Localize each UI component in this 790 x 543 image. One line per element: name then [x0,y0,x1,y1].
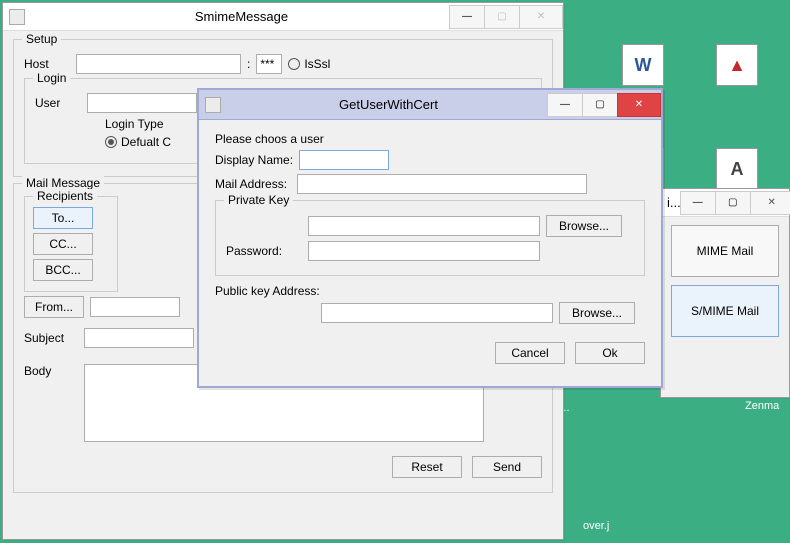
minimize-button[interactable] [547,93,583,117]
mail-message-legend: Mail Message [22,176,104,190]
browse-public-key-button[interactable]: Browse... [559,302,635,324]
smime-mail-button[interactable]: S/MIME Mail [671,285,779,337]
setup-legend: Setup [22,32,61,46]
word-icon[interactable]: W [622,44,664,86]
is-ssl-radio[interactable]: IsSsl [288,57,330,71]
window-title: SmimeMessage [33,9,450,24]
radio-icon [288,58,300,70]
to-button[interactable]: To... [33,207,93,229]
maximize-button[interactable] [715,191,751,215]
password-input[interactable] [308,241,540,261]
public-key-input[interactable] [321,303,553,323]
maximize-button[interactable] [484,5,520,29]
cc-button[interactable]: CC... [33,233,93,255]
close-button[interactable] [750,191,790,215]
password-label: Password: [226,244,302,258]
send-button[interactable]: Send [472,456,542,478]
display-name-input[interactable] [299,150,389,170]
cancel-button[interactable]: Cancel [495,342,565,364]
subject-input[interactable] [84,328,194,348]
maximize-button[interactable] [582,93,618,117]
app-icon [205,97,221,113]
desktop-label: Zenma [745,400,779,412]
mail-address-label: Mail Address: [215,177,291,191]
body-label: Body [24,364,78,378]
window-title: i... [667,195,681,210]
recipients-legend: Recipients [33,189,97,203]
host-label: Host [24,57,70,71]
ok-button[interactable]: Ok [575,342,645,364]
app-icon [9,9,25,25]
font-icon[interactable]: A [716,148,758,190]
reset-button[interactable]: Reset [392,456,462,478]
mail-address-input[interactable] [297,174,587,194]
port-separator: : [247,57,250,71]
browse-private-key-button[interactable]: Browse... [546,215,622,237]
host-input[interactable] [76,54,241,74]
private-key-legend: Private Key [224,193,293,207]
from-input[interactable] [90,297,180,317]
default-login-radio[interactable]: Defualt C [105,135,171,149]
get-user-with-cert-dialog: GetUserWithCert Please choos a user Disp… [197,88,663,388]
user-input[interactable] [87,93,197,113]
minimize-button[interactable] [449,5,485,29]
private-key-input[interactable] [308,216,540,236]
public-key-label: Public key Address: [215,284,320,298]
port-input[interactable] [256,54,282,74]
minimize-button[interactable] [680,191,716,215]
dialog-title: GetUserWithCert [229,97,548,112]
display-name-label: Display Name: [215,153,293,167]
desktop-label: over.j [583,520,609,532]
radio-icon [105,136,117,148]
login-legend: Login [33,71,70,85]
subject-label: Subject [24,331,78,345]
bcc-button[interactable]: BCC... [33,259,93,281]
login-type-label: Login Type [105,117,164,131]
instruction-text: Please choos a user [215,132,324,146]
mail-type-window: i... MIME Mail S/MIME Mail [660,188,790,398]
pdf-icon[interactable]: ▲ [716,44,758,86]
close-button[interactable] [519,5,563,29]
mime-mail-button[interactable]: MIME Mail [671,225,779,277]
user-label: User [35,96,81,110]
close-button[interactable] [617,93,661,117]
from-button[interactable]: From... [24,296,84,318]
